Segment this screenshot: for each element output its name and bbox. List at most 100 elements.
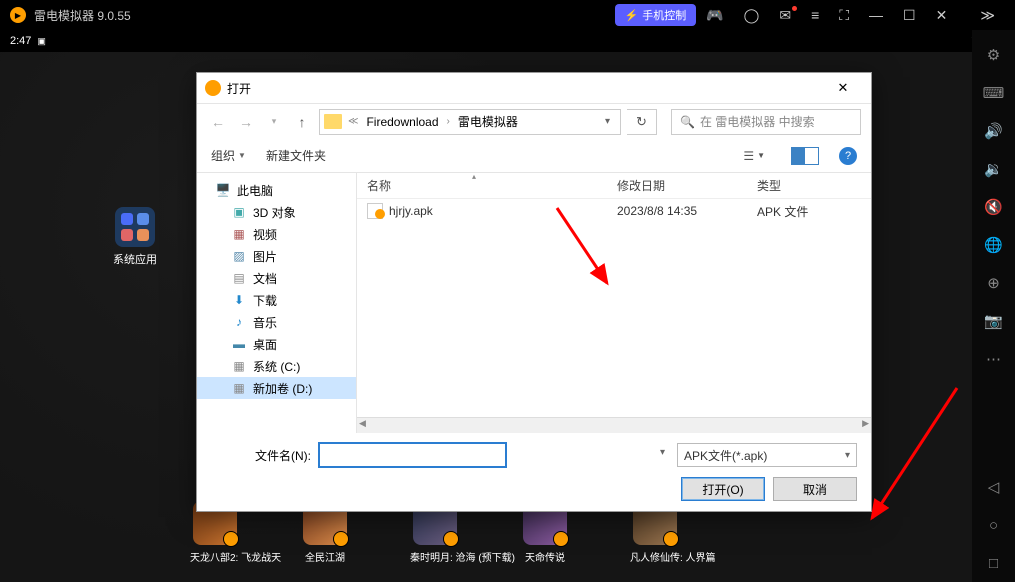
app-titlebar: 雷电模拟器 9.0.55 手机控制 🎮 ◯ ✉ ≡ ⛶ — ☐ ✕ ≫ — [0, 0, 1015, 30]
tree-label: 此电脑 — [237, 182, 273, 199]
tree-label: 3D 对象 — [253, 204, 296, 221]
nav-back-icon[interactable]: ← — [207, 111, 229, 133]
system-apps-label: 系统应用 — [110, 251, 160, 267]
tree-item-this-pc[interactable]: 🖥️此电脑 — [197, 179, 356, 201]
dialog-logo — [205, 80, 221, 96]
dialog-footer: 文件名(N): ▾ APK文件(*.apk) 打开(O) 取消 — [197, 433, 871, 511]
dialog-toolbar: 组织▼ 新建文件夹 ☰ ▼ ? — [197, 139, 871, 173]
file-list: ▴ 名称 修改日期 类型 hjrjy.apk 2023/8/8 14:35 AP… — [357, 173, 871, 433]
mail-icon[interactable]: ✉ — [771, 3, 799, 28]
open-button[interactable]: 打开(O) — [681, 477, 765, 501]
app-label: 全民江湖 — [300, 549, 350, 564]
search-placeholder: 在 雷电模拟器 中搜索 — [700, 113, 815, 130]
volume-up-icon[interactable]: 🔊 — [979, 116, 1009, 146]
column-name[interactable]: 名称 — [357, 177, 607, 194]
music-icon: ♪ — [231, 315, 247, 329]
video-icon: ▦ — [231, 227, 247, 241]
refresh-icon[interactable]: ↻ — [627, 109, 657, 135]
app-label: 凡人修仙传: 人界篇 — [630, 549, 680, 564]
nav-up-icon[interactable]: ↑ — [291, 111, 313, 133]
filetype-select[interactable]: APK文件(*.apk) — [677, 443, 857, 467]
dialog-close-icon[interactable]: ✕ — [823, 80, 863, 96]
install-icon[interactable]: ⊕ — [979, 268, 1009, 298]
tree-item-documents[interactable]: ▤ 文档 — [197, 267, 356, 289]
filetype-label: APK文件(*.apk) — [684, 447, 767, 464]
breadcrumb-segment[interactable]: Firedownload — [360, 113, 444, 131]
breadcrumb-segment[interactable]: 雷电模拟器 — [452, 111, 524, 132]
drive-icon: ▦ — [231, 381, 247, 395]
horizontal-scrollbar[interactable] — [357, 417, 871, 433]
help-button[interactable]: ? — [839, 147, 857, 165]
tree-label: 新加卷 (D:) — [253, 380, 312, 397]
tree-label: 系统 (C:) — [253, 358, 300, 375]
file-open-dialog: 打开 ✕ ← → ▾ ↑ ≪ Firedownload › 雷电模拟器 ▾ ↻ … — [196, 72, 872, 512]
cube-icon: ▣ — [231, 205, 247, 219]
preview-toggle-button[interactable] — [791, 147, 819, 165]
filename-label: 文件名(N): — [211, 447, 311, 464]
maximize-icon[interactable]: ☐ — [895, 3, 924, 28]
nav-recent-icon[interactable]: ▾ — [263, 111, 285, 133]
chevron-icon: ≪ — [348, 116, 358, 127]
breadcrumb-path[interactable]: ≪ Firedownload › 雷电模拟器 ▾ — [319, 109, 621, 135]
column-date[interactable]: 修改日期 — [607, 177, 747, 194]
tree-item-desktop[interactable]: ▬桌面 — [197, 333, 356, 355]
home-nav-icon[interactable]: ○ — [979, 510, 1009, 540]
filename-input[interactable] — [319, 443, 506, 467]
gamepad-icon[interactable]: 🎮 — [698, 3, 731, 28]
tree-item-drive-d[interactable]: ▦ 新加卷 (D:) — [197, 377, 356, 399]
view-mode-button[interactable]: ☰ ▼ — [737, 147, 771, 165]
mute-icon[interactable]: 🔇 — [979, 192, 1009, 222]
dialog-titlebar: 打开 ✕ — [197, 73, 871, 103]
download-icon: ⬇ — [231, 293, 247, 307]
path-dropdown-icon[interactable]: ▾ — [599, 116, 616, 127]
screenshot-icon[interactable]: 📷 — [979, 306, 1009, 336]
tree-item-pictures[interactable]: ▨ 图片 — [197, 245, 356, 267]
volume-down-icon[interactable]: 🔉 — [979, 154, 1009, 184]
file-row[interactable]: hjrjy.apk 2023/8/8 14:35 APK 文件 — [357, 199, 871, 223]
document-icon: ▤ — [231, 271, 247, 285]
settings-icon[interactable]: ⚙ — [979, 40, 1009, 70]
fullscreen-icon[interactable]: ⛶ — [831, 3, 857, 28]
dialog-nav-bar: ← → ▾ ↑ ≪ Firedownload › 雷电模拟器 ▾ ↻ 在 雷电模… — [197, 103, 871, 139]
phone-control-button[interactable]: 手机控制 — [615, 4, 697, 26]
minimize-icon[interactable]: — — [861, 3, 891, 27]
picture-icon: ▨ — [231, 249, 247, 263]
folder-tree: 🖥️此电脑 ▣ 3D 对象 ▦ 视频 ▨ 图片 ▤ 文档 ⬇下载 ♪ 音乐 ▬桌面 ▦ 系统… — [197, 173, 357, 433]
user-icon[interactable]: ◯ — [736, 3, 768, 28]
tree-label: 桌面 — [253, 336, 277, 353]
menu-icon[interactable]: ≡ — [803, 3, 827, 27]
collapse-sidebar-icon[interactable]: ≫ — [972, 3, 1003, 28]
tree-label: 文档 — [253, 270, 277, 287]
back-nav-icon[interactable]: ◁ — [979, 472, 1009, 502]
tree-label: 图片 — [253, 248, 277, 265]
close-icon[interactable]: ✕ — [928, 3, 956, 28]
column-type[interactable]: 类型 — [747, 177, 871, 194]
recent-nav-icon[interactable]: □ — [979, 548, 1009, 578]
keyboard-icon[interactable]: ⌨ — [979, 78, 1009, 108]
more-icon[interactable]: ⋯ — [979, 344, 1009, 374]
tree-item-downloads[interactable]: ⬇下载 — [197, 289, 356, 311]
tree-label: 音乐 — [253, 314, 277, 331]
organize-button[interactable]: 组织▼ — [211, 147, 246, 164]
search-input[interactable]: 在 雷电模拟器 中搜索 — [671, 109, 861, 135]
tree-item-videos[interactable]: ▦ 视频 — [197, 223, 356, 245]
tree-item-music[interactable]: ♪ 音乐 — [197, 311, 356, 333]
tree-item-3d[interactable]: ▣ 3D 对象 — [197, 201, 356, 223]
new-folder-button[interactable]: 新建文件夹 — [266, 147, 326, 164]
app-title: 雷电模拟器 9.0.55 — [34, 7, 131, 24]
app-label: 天命传说 — [520, 549, 570, 564]
tree-label: 视频 — [253, 226, 277, 243]
chevron-right-icon: › — [447, 116, 450, 127]
globe-icon[interactable]: 🌐 — [979, 230, 1009, 260]
nav-forward-icon[interactable]: → — [235, 111, 257, 133]
filename-dropdown-icon[interactable]: ▾ — [660, 447, 665, 458]
dialog-title: 打开 — [227, 80, 251, 97]
system-apps-icon[interactable]: 系统应用 — [110, 207, 160, 267]
tree-item-drive-c[interactable]: ▦ 系统 (C:) — [197, 355, 356, 377]
cancel-button[interactable]: 取消 — [773, 477, 857, 501]
phone-control-label: 手机控制 — [642, 7, 686, 23]
android-status-bar: 2:47 ▣ ▼ ◢ ▮ — [0, 30, 1015, 52]
drive-icon: ▦ — [231, 359, 247, 373]
status-time: 2:47 — [10, 35, 31, 47]
right-toolbar: ⚙ ⌨ 🔊 🔉 🔇 🌐 ⊕ 📷 ⋯ ◁ ○ □ — [972, 30, 1015, 582]
